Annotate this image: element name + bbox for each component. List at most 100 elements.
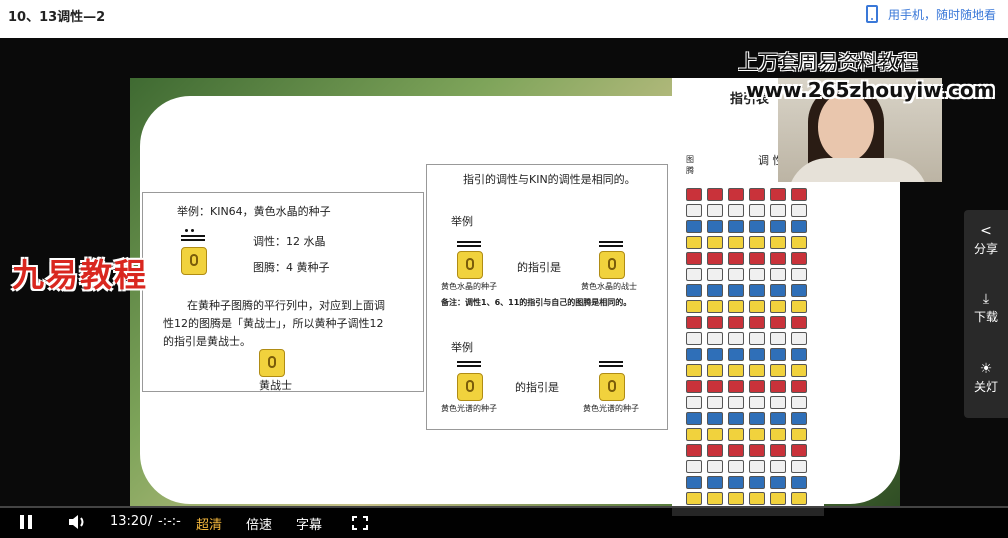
guide-glyph-cell — [791, 364, 807, 377]
yellow-seed-glyph-icon — [599, 373, 625, 401]
share-button[interactable]: < 分享 — [964, 216, 1008, 264]
presenter-face — [818, 92, 874, 162]
fullscreen-button[interactable] — [352, 515, 368, 530]
guide-glyph-cell — [791, 380, 807, 393]
guide-glyph-cell — [770, 220, 786, 233]
watermark-url: www.265zhouyiw.com — [746, 78, 995, 102]
guide-glyph-cell — [791, 188, 807, 201]
guide-glyph-cell — [686, 284, 702, 297]
guide-glyph-cell — [686, 268, 702, 281]
volume-icon — [69, 515, 84, 529]
guide-glyph-cell — [791, 332, 807, 345]
guide-glyph-cell — [707, 252, 723, 265]
download-button[interactable]: ⤓ 下载 — [964, 284, 1008, 332]
speed-button[interactable]: 倍速 — [246, 514, 272, 533]
progress-bar[interactable] — [0, 506, 1008, 508]
guide-glyph-cell — [686, 476, 702, 489]
guide-glyph-cell — [728, 188, 744, 201]
pair-1-left-caption: 黄色水晶的种子 — [441, 282, 497, 291]
guide-glyph-cell — [749, 316, 765, 329]
explanation-line-3: 的指引是黄战士。 — [163, 335, 251, 348]
guide-glyph-cell — [707, 460, 723, 473]
tone-bars-icon — [457, 241, 481, 249]
guide-glyph-cell — [749, 476, 765, 489]
guide-glyph-cell — [707, 412, 723, 425]
video-player[interactable]: 举例：KIN64，黄色水晶的种子 调性：12 水晶 图腾：4 黄种子 在黄种子图… — [0, 38, 1008, 538]
guide-glyph-cell — [728, 220, 744, 233]
guide-glyph-cell — [770, 316, 786, 329]
guide-glyph-cell — [749, 380, 765, 393]
guide-glyph-cell — [749, 444, 765, 457]
guide-glyph-cell — [749, 284, 765, 297]
guide-glyph-cell — [728, 364, 744, 377]
tone-line: 调性：12 水晶 — [253, 235, 326, 248]
guide-glyph-cell — [770, 396, 786, 409]
guide-glyph-cell — [728, 300, 744, 313]
guide-glyph-cell — [791, 460, 807, 473]
guide-glyph-cell — [770, 364, 786, 377]
pair-2-right-caption: 黄色光谱的种子 — [583, 404, 639, 413]
guide-glyph-cell — [707, 236, 723, 249]
guide-glyph-cell — [686, 380, 702, 393]
column-totem-header: 图腾 — [686, 155, 694, 175]
player-controls: 13:20 / -:-:- 超清 倍速 字幕 — [0, 506, 1008, 538]
pause-button[interactable] — [20, 515, 34, 529]
current-time: 13:20 — [110, 514, 148, 529]
lights-label: 关灯 — [973, 380, 998, 394]
tone-bars-icon — [181, 235, 205, 243]
mobile-watch-label: 用手机，随时随地看 — [888, 7, 997, 22]
guide-glyph-cell — [707, 444, 723, 457]
guide-glyph-cell — [728, 268, 744, 281]
subtitles-button[interactable]: 字幕 — [296, 514, 322, 533]
yellow-seed-glyph-icon — [457, 251, 483, 279]
guide-glyph-cell — [770, 188, 786, 201]
guide-glyph-cell — [749, 396, 765, 409]
guide-glyph-cell — [686, 428, 702, 441]
yellow-seed-glyph-icon — [457, 373, 483, 401]
tone-dots-icon — [185, 229, 194, 232]
yellow-seed-glyph-icon — [181, 247, 207, 275]
rule-heading: 指引的调性与KIN的调性是相同的。 — [463, 173, 636, 186]
rule-note: 备注：调性1、6、11的指引与自己的图腾是相同的。 — [441, 298, 632, 307]
lights-off-button[interactable]: ☀ 关灯 — [964, 354, 1008, 402]
guide-glyph-cell — [749, 204, 765, 217]
guide-glyph-cell — [707, 316, 723, 329]
guide-glyph-cell — [770, 460, 786, 473]
lightbulb-icon: ☀ — [979, 361, 993, 377]
guide-glyph-cell — [749, 428, 765, 441]
guide-glyph-cell — [707, 428, 723, 441]
guide-glyph-cell — [707, 332, 723, 345]
guide-glyph-cell — [749, 252, 765, 265]
guide-glyph-cell — [749, 220, 765, 233]
guide-glyph-cell — [728, 284, 744, 297]
guide-glyph-cell — [749, 332, 765, 345]
pair-1-middle: 的指引是 — [517, 261, 561, 274]
guide-glyph-cell — [770, 236, 786, 249]
guide-glyph-cell — [770, 268, 786, 281]
mobile-watch-link[interactable]: 用手机，随时随地看 — [866, 3, 996, 25]
tone-bars-icon — [599, 361, 623, 369]
watermark-top-text: 上万套周易资料教程 — [738, 50, 918, 74]
duration: -:-:- — [158, 514, 181, 529]
guide-glyph-cell — [749, 364, 765, 377]
guide-glyph-cell — [791, 284, 807, 297]
guide-glyph-cell — [728, 236, 744, 249]
guide-glyph-cell — [707, 364, 723, 377]
presenter-shoulders — [788, 158, 928, 182]
quality-button[interactable]: 超清 — [196, 514, 222, 533]
guide-glyph-cell — [686, 444, 702, 457]
guide-glyph-cell — [770, 476, 786, 489]
example-box-left: 举例：KIN64，黄色水晶的种子 调性：12 水晶 图腾：4 黄种子 在黄种子图… — [142, 192, 424, 392]
volume-button[interactable] — [68, 514, 88, 530]
totem-line: 图腾：4 黄种子 — [253, 261, 330, 274]
guide-glyph-cell — [728, 252, 744, 265]
guide-glyph-cell — [770, 492, 786, 505]
guide-glyph-cell — [728, 428, 744, 441]
guide-glyph-cell — [686, 188, 702, 201]
yellow-warrior-glyph-icon — [599, 251, 625, 279]
guide-glyph-cell — [770, 380, 786, 393]
guide-glyph-cell — [749, 300, 765, 313]
tone-bars-icon — [599, 241, 623, 249]
fullscreen-icon — [352, 516, 368, 530]
guide-glyph-cell — [728, 492, 744, 505]
